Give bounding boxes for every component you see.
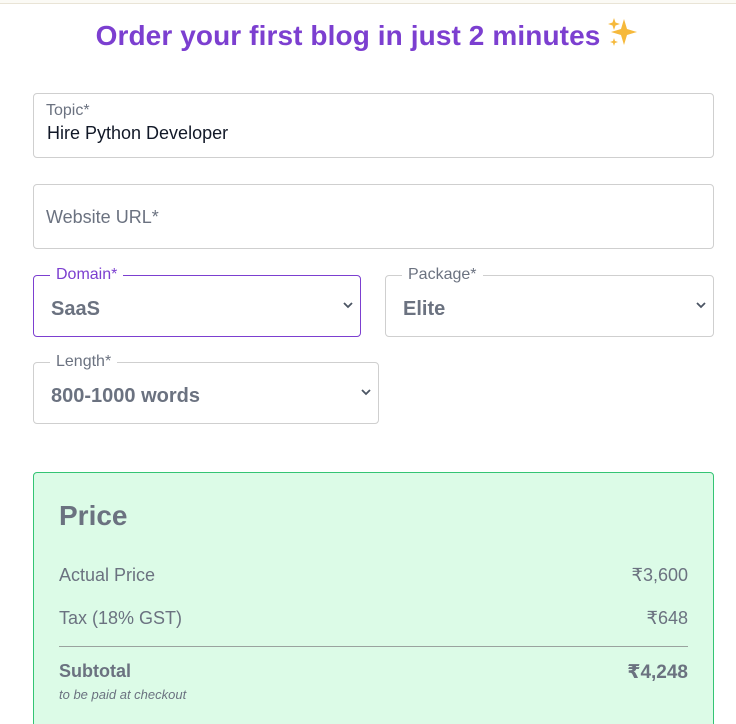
domain-select[interactable]: Domain* SaaS: [33, 266, 361, 337]
topic-field[interactable]: Topic* Hire Python Developer: [33, 93, 714, 158]
price-title: Price: [59, 500, 128, 531]
length-value: 800-1000 words: [51, 385, 200, 407]
domain-value: SaaS: [51, 298, 100, 320]
tax-value: ₹648: [646, 608, 688, 628]
topic-input-value[interactable]: Hire Python Developer: [47, 123, 228, 144]
chevron-down-icon: [696, 302, 706, 309]
package-value: Elite: [403, 298, 446, 320]
order-page: Order your first blog in just 2 minutes …: [0, 0, 736, 724]
length-label: Length*: [50, 353, 118, 371]
package-select[interactable]: Package* Elite: [385, 266, 714, 337]
chevron-down-icon: [343, 302, 353, 309]
price-divider: [59, 646, 688, 647]
chevron-down-icon: [361, 389, 371, 396]
topic-label: Topic*: [46, 102, 90, 119]
subtotal-label: Subtotal: [59, 661, 131, 681]
sparkles-icon: [608, 18, 638, 46]
actual-price-label: Actual Price: [59, 565, 156, 585]
page-title-text: Order your first blog in just 2 minutes: [95, 20, 601, 51]
top-divider: [0, 0, 736, 4]
subtotal-value: ₹4,248: [627, 662, 688, 683]
actual-price-value: ₹3,600: [631, 565, 689, 585]
domain-label: Domain*: [50, 266, 124, 284]
page-title: Order your first blog in just 2 minutes: [0, 16, 736, 52]
checkout-note: to be paid at checkout: [59, 687, 187, 702]
tax-label: Tax (18% GST): [59, 608, 183, 628]
website-url-placeholder: Website URL*: [46, 207, 159, 227]
length-select[interactable]: Length* 800-1000 words: [33, 353, 379, 424]
price-summary-card: Price Actual Price ₹3,600 Tax (18% GST) …: [33, 472, 714, 724]
package-label: Package*: [402, 266, 483, 284]
website-url-field[interactable]: Website URL*: [33, 184, 714, 249]
